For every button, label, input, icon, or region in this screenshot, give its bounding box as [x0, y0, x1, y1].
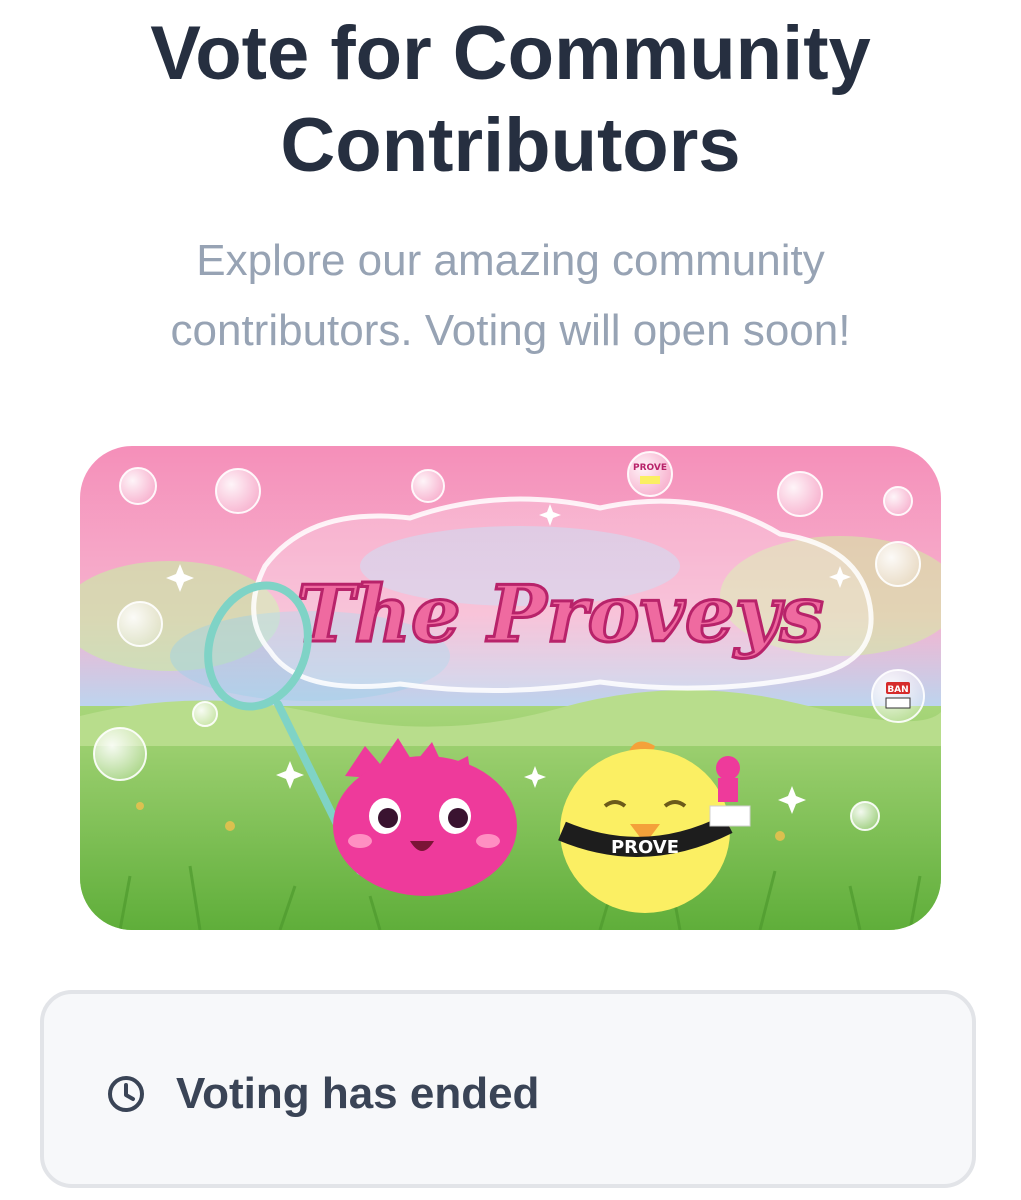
banner-image: The Proveys PROVE PROVE BAN: [80, 446, 941, 930]
voting-status-row: Voting has ended: [106, 1064, 539, 1124]
clock-icon: [106, 1074, 146, 1114]
voting-status-card: Voting has ended: [40, 990, 976, 1188]
page-title: Vote for Community Contributors: [150, 11, 871, 188]
voting-status-text: Voting has ended: [176, 1069, 540, 1118]
banner-title: The Proveys: [296, 569, 824, 660]
bubble-ban-label: BAN: [887, 685, 908, 695]
bubble-prove-label: PROVE: [633, 463, 667, 473]
page-subtitle: Explore our amazing community contributo…: [170, 236, 851, 355]
collar-label: PROVE: [611, 837, 679, 858]
